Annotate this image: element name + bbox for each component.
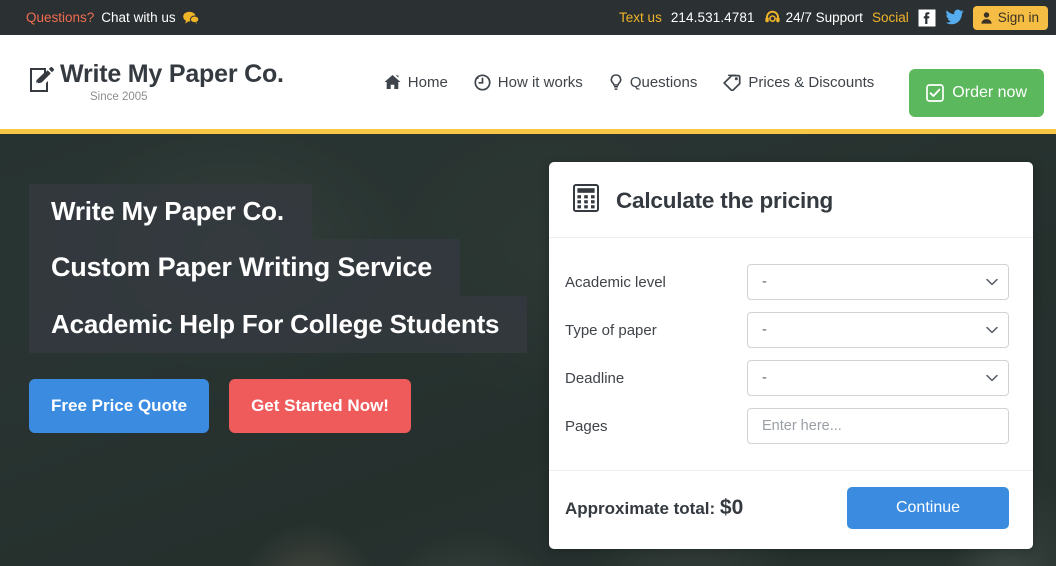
sign-in-button[interactable]: Sign in (972, 5, 1048, 30)
phone-number[interactable]: 214.531.4781 (671, 10, 755, 25)
form-row-pages: Pages Enter here... (565, 402, 1009, 450)
nav-item-home[interactable]: Home (384, 74, 448, 91)
type-of-paper-label: Type of paper (565, 321, 657, 339)
pencil-document-icon (26, 65, 56, 100)
get-started-now-button[interactable]: Get Started Now! (229, 379, 411, 433)
price-tag-icon (723, 74, 741, 91)
free-price-quote-button[interactable]: Free Price Quote (29, 379, 210, 433)
chevron-down-icon (986, 374, 998, 382)
approximate-total-value: $0 (719, 496, 744, 519)
hero-section: Write My Paper Co. Custom Paper Writing … (0, 134, 1056, 566)
calculator-footer: Approximate total: $0 Continue (549, 470, 1033, 549)
deadline-value: - (762, 370, 767, 386)
continue-button[interactable]: Continue (847, 487, 1009, 529)
nav-label: Prices & Discounts (748, 73, 875, 91)
pages-input-wrap[interactable]: Enter here... (747, 408, 1009, 444)
academic-level-select[interactable]: - (747, 264, 1009, 300)
pages-input-placeholder: Enter here... (762, 418, 842, 434)
pages-label: Pages (565, 417, 608, 435)
calculator-form: Academic level - Type of paper - Deadlin… (549, 238, 1033, 470)
nav-label: Questions (629, 73, 698, 91)
form-row-deadline: Deadline - (565, 354, 1009, 402)
logo-subtitle: Since 2005 (90, 90, 148, 103)
form-row-type-of-paper: Type of paper - (565, 306, 1009, 354)
chat-with-us-link[interactable]: Chat with us (101, 10, 175, 25)
facebook-icon[interactable] (918, 9, 936, 27)
academic-level-label: Academic level (565, 273, 666, 291)
home-icon (384, 74, 401, 90)
clock-rewind-icon (474, 73, 491, 91)
support-label: 24/7 Support (785, 10, 863, 25)
sign-in-label: Sign in (997, 10, 1039, 25)
deadline-label: Deadline (565, 369, 625, 387)
type-of-paper-value: - (762, 322, 767, 338)
form-row-academic-level: Academic level - (565, 258, 1009, 306)
deadline-select[interactable]: - (747, 360, 1009, 396)
support-group[interactable]: 24/7 Support (764, 9, 863, 26)
site-header: Write My Paper Co. Since 2005 Home How i… (0, 35, 1056, 129)
nav-item-questions[interactable]: Questions (609, 73, 698, 91)
chevron-down-icon (986, 278, 998, 286)
chat-bubble-icon[interactable] (182, 11, 199, 25)
type-of-paper-select[interactable]: - (747, 312, 1009, 348)
main-navigation: Home How it works Questions Prices & Dis… (384, 74, 874, 91)
hero-headline-3: Academic Help For College Students (29, 296, 528, 353)
utility-topbar: Questions? Chat with us Text us 214.531.… (0, 0, 1056, 35)
site-logo[interactable]: Write My Paper Co. Since 2005 (26, 60, 284, 103)
topbar-right-group: Text us 214.531.4781 24/7 Support Social (619, 0, 1048, 35)
order-now-label: Order now (952, 84, 1027, 101)
academic-level-value: - (762, 274, 767, 290)
nav-label: Home (407, 73, 448, 91)
hero-headline-2: Custom Paper Writing Service (29, 239, 461, 296)
nav-item-how-it-works[interactable]: How it works (474, 74, 583, 91)
headset-icon (764, 9, 781, 26)
twitter-icon[interactable] (945, 9, 964, 26)
hero-headline-1: Write My Paper Co. (29, 184, 312, 239)
pricing-calculator-card: Calculate the pricing Academic level - T… (549, 162, 1033, 549)
nav-label: How it works (497, 73, 583, 91)
topbar-left-group: Questions? Chat with us (26, 10, 199, 25)
calculator-icon (573, 184, 599, 217)
order-now-button[interactable]: Order now (909, 69, 1044, 117)
nav-item-prices-discounts[interactable]: Prices & Discounts (723, 74, 874, 91)
hero-cta-row: Free Price Quote Get Started Now! (29, 379, 527, 433)
chevron-down-icon (986, 326, 998, 334)
logo-title: Write My Paper Co. (60, 60, 284, 89)
questions-label: Questions? (26, 10, 95, 25)
checkbox-checked-icon (926, 84, 945, 102)
calculator-header: Calculate the pricing (549, 162, 1033, 238)
hero-content: Write My Paper Co. Custom Paper Writing … (29, 184, 528, 433)
lightbulb-icon (609, 73, 623, 91)
approximate-total-label: Approximate total: (565, 499, 716, 518)
calculator-title: Calculate the pricing (616, 187, 834, 213)
social-label: Social (871, 10, 909, 25)
user-icon (980, 11, 993, 24)
text-us-label: Text us (619, 10, 662, 25)
approximate-total: Approximate total: $0 (565, 496, 743, 520)
